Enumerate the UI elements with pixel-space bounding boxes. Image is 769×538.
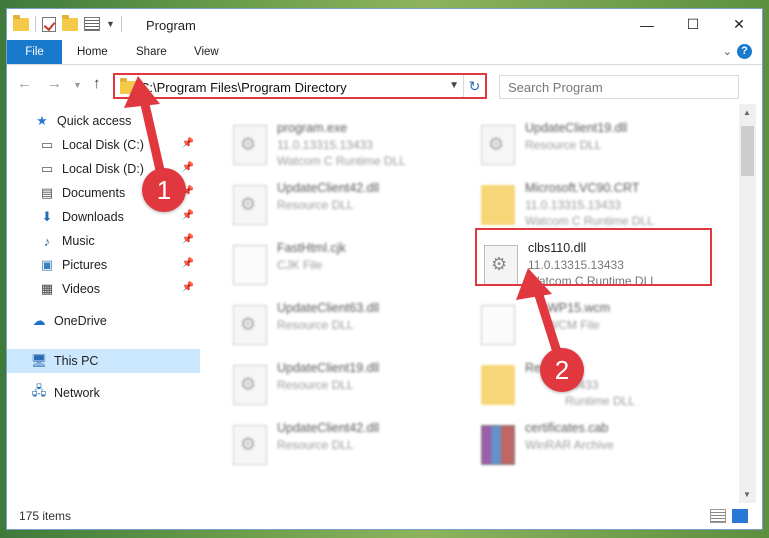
arrow-to-clbs110 (516, 268, 563, 360)
step-marker-1: 1 (142, 168, 186, 212)
arrow-to-address-bar (124, 76, 165, 175)
step-marker-2: 2 (540, 348, 584, 392)
annotation-arrows (124, 76, 563, 360)
